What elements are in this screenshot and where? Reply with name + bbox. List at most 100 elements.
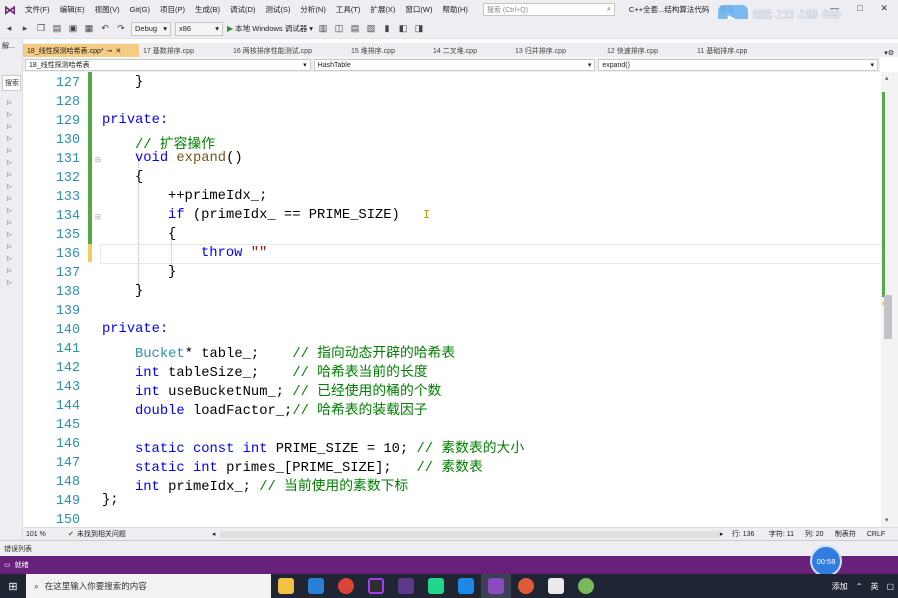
menu-file[interactable]: 文件(F) xyxy=(20,4,55,15)
tree-expand-icon[interactable]: ▷ xyxy=(7,159,12,166)
tab-18-linear-probe-hash[interactable]: 18_线性探测哈希表.cpp* ⊸ ✕ xyxy=(23,44,139,57)
tree-expand-icon[interactable]: ▷ xyxy=(7,243,12,250)
vscode-icon[interactable] xyxy=(451,574,481,598)
app-green-icon[interactable] xyxy=(571,574,601,598)
windows-start-icon[interactable]: ⊞ xyxy=(0,580,26,593)
fold-icon[interactable]: ⊟ xyxy=(95,213,101,221)
undo-icon[interactable]: ↶ xyxy=(99,23,111,34)
hot-reload-icon[interactable]: ▥ xyxy=(317,23,329,34)
error-list-tab[interactable]: 错误列表 xyxy=(0,540,898,556)
redo-icon[interactable]: ↷ xyxy=(115,23,127,34)
new-file-icon[interactable]: ❐ xyxy=(35,23,47,34)
tree-expand-icon[interactable]: ▷ xyxy=(7,231,12,238)
tab-17[interactable]: 17 基数排序.cpp xyxy=(139,44,229,57)
tree-expand-icon[interactable]: ▷ xyxy=(7,267,12,274)
tab-overflow-icon[interactable]: ▾⚙ xyxy=(884,49,898,57)
scope-select[interactable]: HashTable ▾ xyxy=(313,59,596,71)
char-indicator: 字符: 11 xyxy=(768,531,795,538)
app-red-icon[interactable] xyxy=(511,574,541,598)
bookmark-icon[interactable]: ▮ xyxy=(381,23,393,34)
tray-add[interactable]: 添加 xyxy=(832,581,848,592)
bookmark-prev-icon[interactable]: ◧ xyxy=(397,23,409,34)
horizontal-scrollbar[interactable] xyxy=(219,530,720,538)
tree-expand-icon[interactable]: ▷ xyxy=(7,183,12,190)
notification-icon[interactable]: ▢ xyxy=(886,582,894,591)
taskbar-search-input[interactable]: ⌕ 在这里输入你要搜索的内容 xyxy=(26,574,271,598)
tree-expand-icon[interactable]: ▷ xyxy=(7,207,12,214)
app-icon[interactable] xyxy=(391,574,421,598)
line-number: 127 xyxy=(55,76,80,91)
scroll-thumb[interactable] xyxy=(884,295,892,339)
chrome-icon[interactable] xyxy=(331,574,361,598)
save-icon[interactable]: ▣ xyxy=(67,23,79,34)
tree-expand-icon[interactable]: ▷ xyxy=(7,255,12,262)
scroll-down-icon[interactable]: ▾ xyxy=(885,516,889,524)
tree-expand-icon[interactable]: ▷ xyxy=(7,135,12,142)
file-explorer-icon[interactable] xyxy=(271,574,301,598)
search-input[interactable]: 搜索 (Ctrl+Q) ⌕ xyxy=(482,3,615,16)
tray-arrow-icon[interactable]: ⌃ xyxy=(856,582,863,591)
tab-16[interactable]: 16 两核排序性能测试.cpp xyxy=(229,44,347,57)
typora-icon[interactable] xyxy=(541,574,571,598)
tab-12[interactable]: 12 快速排序.cpp xyxy=(603,44,693,57)
tree-expand-icon[interactable]: ▷ xyxy=(7,111,12,118)
solution-explorer-title[interactable]: 解... xyxy=(0,39,22,53)
vertical-scrollbar[interactable]: ▴ ▾ xyxy=(881,72,898,527)
input-method[interactable]: 英 xyxy=(870,581,878,592)
menu-edit[interactable]: 编辑(E) xyxy=(55,4,90,15)
code-editor[interactable]: 127 128 129 130 131 132 133 134 135 136 … xyxy=(23,72,881,527)
visual-studio-icon[interactable] xyxy=(481,574,511,598)
uncomment-icon[interactable]: ▧ xyxy=(365,23,377,34)
tree-expand-icon[interactable]: ▷ xyxy=(7,147,12,154)
fold-icon[interactable]: ⊟ xyxy=(95,156,101,164)
tree-expand-icon[interactable]: ▷ xyxy=(7,123,12,130)
tree-expand-icon[interactable]: ▷ xyxy=(7,279,12,286)
eol-indicator[interactable]: CRLF xyxy=(867,531,891,538)
tree-expand-icon[interactable]: ▷ xyxy=(7,195,12,202)
store-icon[interactable] xyxy=(301,574,331,598)
menu-project[interactable]: 项目(P) xyxy=(155,4,190,15)
menu-window[interactable]: 窗口(W) xyxy=(400,4,437,15)
menu-tools[interactable]: 工具(T) xyxy=(331,4,366,15)
screenshot-icon[interactable]: ◫ xyxy=(333,23,345,34)
tree-expand-icon[interactable]: ▷ xyxy=(7,99,12,106)
bookmark-next-icon[interactable]: ◨ xyxy=(413,23,425,34)
tabs-indicator[interactable]: 制表符 xyxy=(835,529,867,539)
tab-15[interactable]: 15 堆排序.cpp xyxy=(347,44,429,57)
configuration-select[interactable]: Debug ▾ xyxy=(131,21,171,36)
close-tab-icon[interactable]: ✕ xyxy=(116,47,122,55)
close-window-button[interactable]: ✕ xyxy=(880,3,888,14)
clion-icon[interactable] xyxy=(361,574,391,598)
menu-git[interactable]: Git(G) xyxy=(125,5,155,14)
member-select[interactable]: expand() ▾ xyxy=(598,59,878,71)
project-select[interactable]: 18_线性探测哈希表 ▾ xyxy=(25,59,311,71)
save-all-icon[interactable]: ▦ xyxy=(83,23,95,34)
tab-11[interactable]: 11 基础排序.cpp xyxy=(693,44,783,57)
menu-build[interactable]: 生成(B) xyxy=(190,4,225,15)
hscroll-left-icon[interactable]: ◂ xyxy=(212,530,220,538)
forward-icon[interactable]: ▸ xyxy=(19,23,31,34)
solution-search-input[interactable]: 搜索 xyxy=(2,75,21,91)
run-debugger-button[interactable]: ▶ 本地 Windows 调试器 ▾ xyxy=(227,23,313,34)
menu-debug[interactable]: 调试(D) xyxy=(225,4,260,15)
menu-extensions[interactable]: 扩展(X) xyxy=(365,4,400,15)
code-line-138: } xyxy=(135,284,144,299)
tab-14[interactable]: 14 二叉堆.cpp xyxy=(429,44,511,57)
tree-expand-icon[interactable]: ▷ xyxy=(7,171,12,178)
zoom-select[interactable]: 101 % xyxy=(23,531,68,538)
tree-expand-icon[interactable]: ▷ xyxy=(7,219,12,226)
platform-select[interactable]: x86 ▾ xyxy=(175,21,223,36)
tab-13[interactable]: 13 归并排序.cpp xyxy=(511,44,603,57)
scroll-up-icon[interactable]: ▴ xyxy=(885,74,889,82)
menu-test[interactable]: 测试(S) xyxy=(260,4,295,15)
menu-view[interactable]: 视图(V) xyxy=(90,4,125,15)
menu-analyze[interactable]: 分析(N) xyxy=(295,4,330,15)
hscroll-right-icon[interactable]: ▸ xyxy=(720,530,732,538)
open-folder-icon[interactable]: ▤ xyxy=(51,23,63,34)
comment-icon[interactable]: ▤ xyxy=(349,23,361,34)
back-icon[interactable]: ◂ xyxy=(3,23,15,34)
pycharm-icon[interactable] xyxy=(421,574,451,598)
issues-text[interactable]: 未找到相关问题 xyxy=(77,529,212,539)
menu-help[interactable]: 帮助(H) xyxy=(438,4,473,15)
pin-icon[interactable]: ⊸ xyxy=(107,47,113,55)
